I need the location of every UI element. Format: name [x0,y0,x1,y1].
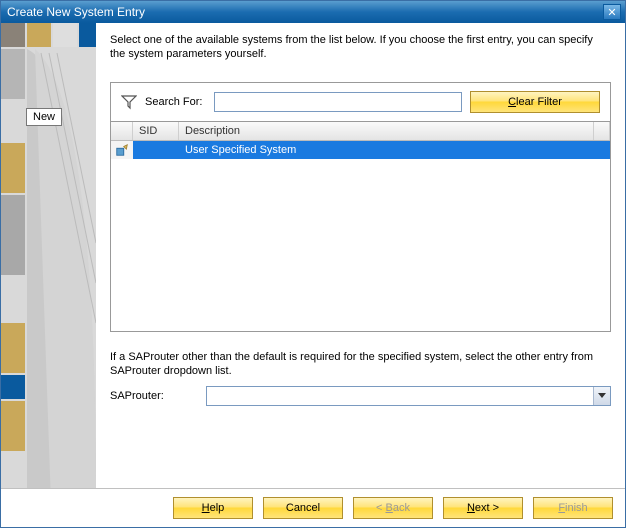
help-button[interactable]: Help [173,497,253,519]
saprouter-label: SAProuter: [110,390,200,402]
saprouter-combo[interactable] [206,386,611,406]
filter-icon [121,94,137,110]
chevron-down-icon[interactable] [593,387,610,405]
table-header: SID Description [111,122,610,141]
col-scroll [594,122,610,140]
cancel-button[interactable]: Cancel [263,497,343,519]
col-sid[interactable]: SID [133,122,179,140]
table-row[interactable]: User Specified System [111,141,610,159]
close-icon[interactable]: ✕ [603,4,621,20]
back-button: < Back [353,497,433,519]
intro-text: Select one of the available systems from… [110,33,611,62]
footer: Help Cancel < Back Next > Finish [1,488,625,527]
col-icon [111,122,133,140]
saprouter-input[interactable] [206,386,611,406]
new-tag: New [26,108,62,126]
cell-desc: User Specified System [179,144,610,156]
search-input[interactable] [214,92,462,112]
search-label: Search For: [145,96,202,108]
next-button[interactable]: Next > [443,497,523,519]
saprouter-note: If a SAProuter other than the default is… [110,350,611,379]
sidebar-graphic: New [1,23,96,488]
saprouter-row: SAProuter: [110,386,611,406]
window-title: Create New System Entry [7,5,603,19]
table-body: User Specified System [111,141,610,331]
finish-button: Finish [533,497,613,519]
col-description[interactable]: Description [179,122,594,140]
clear-filter-button[interactable]: Clear Filter [470,91,600,113]
row-icon [111,141,133,159]
filter-box: Search For: Clear Filter [110,82,611,122]
titlebar: Create New System Entry ✕ [1,1,625,23]
systems-table: SID Description User Specified System [110,122,611,332]
